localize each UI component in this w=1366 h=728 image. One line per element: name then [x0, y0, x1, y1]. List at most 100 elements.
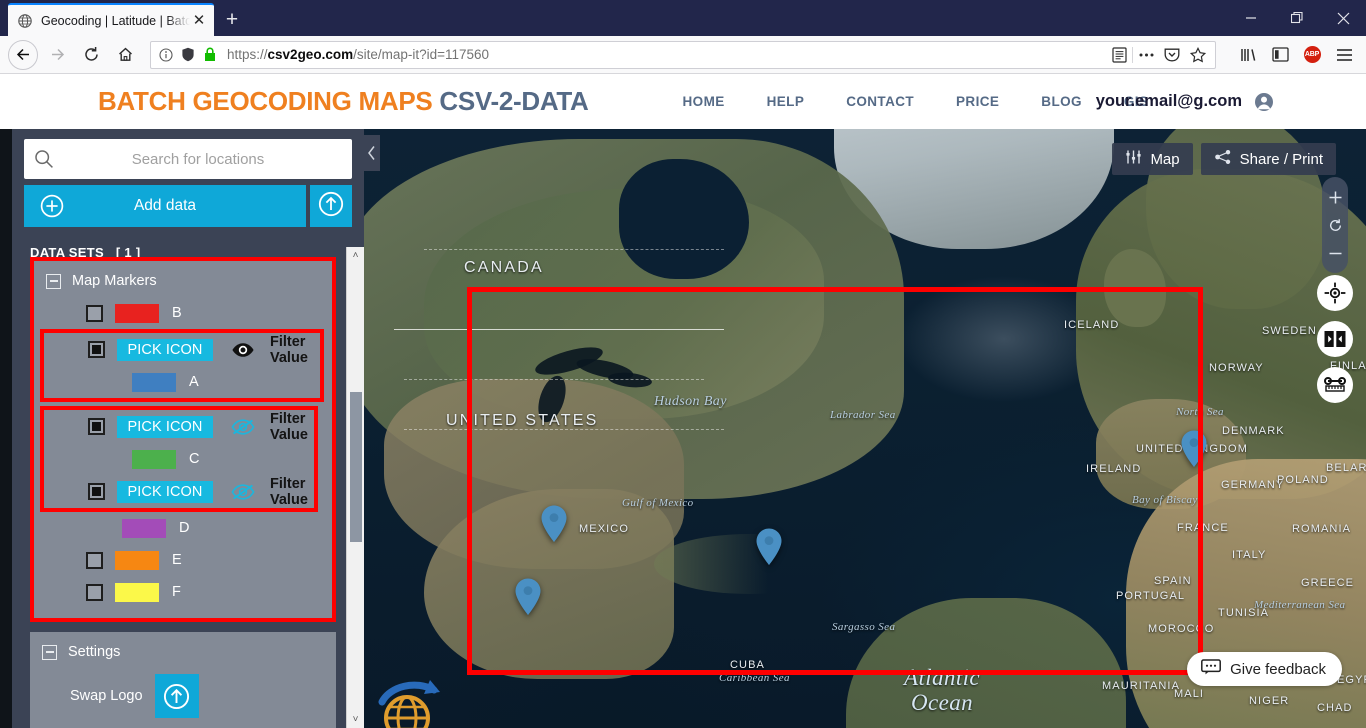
map-pin-united-kingdom[interactable] — [1179, 429, 1209, 469]
marker-row-a[interactable]: A — [44, 366, 320, 398]
marker-checkbox-b[interactable] — [86, 304, 103, 322]
eye-hidden-icon-2[interactable] — [231, 418, 255, 435]
marker-checkbox-f[interactable] — [86, 583, 103, 601]
window-minimize-button[interactable] — [1228, 0, 1274, 36]
page-actions-icon[interactable] — [1133, 52, 1159, 58]
lock-icon[interactable] — [199, 47, 221, 62]
map-land-central-america — [654, 534, 844, 594]
give-feedback-button[interactable]: Give feedback — [1187, 652, 1342, 686]
window-close-button[interactable] — [1320, 0, 1366, 36]
marker-row-e[interactable]: E — [34, 544, 332, 576]
reader-view-icon[interactable] — [1106, 46, 1132, 63]
user-account-box[interactable]: your.email@g.com — [1096, 92, 1274, 112]
nav-item-price[interactable]: PRICE — [956, 94, 999, 109]
map-style-button[interactable]: Map — [1112, 143, 1193, 175]
sidebar-scrollbar[interactable]: ˄ ˅ — [346, 247, 364, 728]
url-text[interactable]: https://csv2geo.com/site/map-it?id=11756… — [221, 47, 1106, 62]
pick-icon-row-1[interactable]: PICK ICON Filter Value — [44, 333, 320, 366]
filter-value-label-2[interactable]: Filter Value — [270, 411, 314, 443]
marker-row-c[interactable]: C — [44, 443, 314, 475]
nav-item-help[interactable]: HELP — [767, 94, 805, 109]
zoom-in-button[interactable] — [1322, 183, 1348, 211]
forward-button[interactable] — [42, 40, 72, 70]
reload-button[interactable] — [76, 40, 106, 70]
home-button[interactable] — [110, 40, 140, 70]
map-border-usa-canada — [394, 329, 724, 330]
bookmark-star-icon[interactable] — [1185, 46, 1211, 63]
give-feedback-label: Give feedback — [1230, 660, 1326, 678]
map-markers-panel-header[interactable]: Map Markers — [34, 269, 332, 297]
minus-box-icon[interactable] — [46, 273, 61, 289]
map-pin-southwest-usa[interactable] — [513, 577, 543, 617]
marker-color-swatch-b[interactable] — [115, 303, 159, 323]
add-data-row: Add data — [12, 179, 364, 227]
back-button[interactable] — [8, 39, 38, 70]
search-input[interactable] — [54, 150, 342, 168]
nav-item-contact[interactable]: CONTACT — [846, 94, 914, 109]
map-canvas[interactable]: CANADA UNITED STATES MEXICO Hudson Bay Labra… — [364, 129, 1366, 728]
adblock-plus-icon[interactable]: ABP — [1296, 40, 1328, 70]
site-favicon — [17, 13, 33, 29]
marker-checkbox-e[interactable] — [86, 551, 103, 569]
eye-visible-icon-1[interactable] — [231, 342, 255, 358]
marker-group-highlight-2: PICK ICON Filter Value C PICK ICON Filte… — [40, 406, 318, 512]
settings-body: Swap Logo — [30, 668, 336, 728]
marker-color-swatch-c[interactable] — [132, 449, 176, 469]
measure-tool-button[interactable] — [1317, 367, 1353, 403]
zoom-out-button[interactable] — [1322, 239, 1348, 267]
scroll-down-arrow-icon[interactable]: ˅ — [347, 711, 364, 728]
eye-hidden-icon-3[interactable] — [231, 483, 255, 500]
pick-checkbox-2[interactable] — [88, 418, 105, 435]
menu-icon[interactable] — [1328, 40, 1360, 70]
search-box[interactable] — [24, 139, 352, 179]
map-pin-west-usa[interactable] — [539, 504, 569, 544]
filter-value-label-1[interactable]: Filter Value — [270, 334, 320, 366]
layers-scroll-area[interactable]: Map Markers B PICK ICON Filter Value A P… — [24, 249, 342, 728]
swap-logo-button[interactable] — [154, 674, 199, 718]
nav-item-blog[interactable]: BLOG — [1041, 94, 1082, 109]
pick-icon-row-2[interactable]: PICK ICON Filter Value — [44, 410, 314, 443]
map-pin-northeast-usa[interactable] — [754, 527, 784, 567]
locate-me-button[interactable] — [1317, 275, 1353, 311]
reset-rotation-button[interactable] — [1322, 211, 1348, 239]
sidebar-icon[interactable] — [1264, 40, 1296, 70]
library-icon[interactable] — [1232, 40, 1264, 70]
pocket-icon[interactable] — [1159, 47, 1185, 62]
marker-color-swatch-d[interactable] — [122, 518, 166, 538]
upload-data-button[interactable] — [310, 185, 352, 227]
window-maximize-button[interactable] — [1274, 0, 1320, 36]
filter-value-label-3[interactable]: Filter Value — [270, 476, 314, 508]
compare-split-button[interactable] — [1317, 321, 1353, 357]
marker-row-f[interactable]: F — [34, 576, 332, 608]
nav-item-home[interactable]: HOME — [683, 94, 725, 109]
minus-box-icon[interactable] — [42, 644, 57, 660]
browser-tab[interactable]: Geocoding | Latitude | Batch Ge ✕ — [8, 3, 214, 36]
marker-label-f: F — [172, 584, 181, 600]
pick-checkbox-3[interactable] — [88, 483, 105, 500]
sidebar-collapse-button[interactable] — [364, 135, 380, 171]
tab-close-icon[interactable]: ✕ — [190, 12, 208, 30]
scrollbar-thumb[interactable] — [350, 392, 362, 542]
marker-group-highlight-1: PICK ICON Filter Value A — [40, 329, 324, 402]
pick-icon-button-2[interactable]: PICK ICON — [117, 415, 213, 438]
tracking-shield-icon[interactable] — [177, 47, 199, 62]
pick-icon-button-3[interactable]: PICK ICON — [117, 480, 213, 503]
marker-color-swatch-a[interactable] — [132, 372, 176, 392]
share-print-button[interactable]: Share / Print — [1200, 143, 1336, 175]
marker-color-swatch-e[interactable] — [115, 550, 159, 570]
site-info-icon[interactable] — [155, 47, 177, 62]
settings-panel-header[interactable]: Settings — [30, 640, 336, 668]
site-logo[interactable]: BATCH GEOCODING MAPS CSV-2-DATA — [98, 86, 589, 117]
marker-color-swatch-f[interactable] — [115, 582, 159, 602]
marker-row-b[interactable]: B — [34, 297, 332, 329]
pick-icon-button-1[interactable]: PICK ICON — [117, 338, 213, 361]
add-data-button[interactable]: Add data — [24, 185, 306, 227]
new-tab-button[interactable]: + — [216, 5, 248, 35]
pick-checkbox-1[interactable] — [88, 341, 105, 358]
adblock-plus-badge: ABP — [1303, 46, 1321, 63]
pick-icon-row-3[interactable]: PICK ICON Filter Value — [44, 475, 314, 508]
account-avatar-icon[interactable] — [1254, 92, 1274, 112]
marker-row-d[interactable]: D — [34, 512, 332, 544]
url-bar[interactable]: https://csv2geo.com/site/map-it?id=11756… — [150, 40, 1216, 69]
scroll-up-arrow-icon[interactable]: ˄ — [353, 247, 359, 264]
